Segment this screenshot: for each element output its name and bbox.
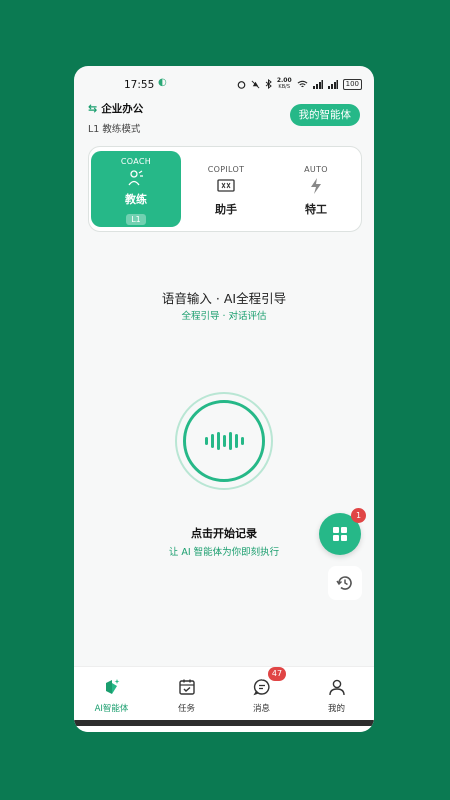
my-agent-button[interactable]: 我的智能体 [289,104,360,126]
copilot-screen-icon [181,177,271,195]
bluetooth-icon [265,79,272,89]
moon-icon: ◐ [158,77,167,88]
org-name: 企业办公 [101,103,144,115]
swap-icon: ⇆ [88,102,98,115]
battery-indicator: 100 [342,78,362,90]
level-badge: L1 [126,214,146,225]
hint-title: 语音输入 · AI全程引导 [161,291,287,306]
mode-name: 特工 [305,203,327,216]
tab-label: 我的 [327,704,345,714]
message-icon [224,677,299,697]
task-calendar-icon [149,677,224,697]
org-switcher[interactable]: ⇆ 企业办公 [88,101,143,116]
mode-selector: COACH 教练 L1 COPILOT 助手 AUTO 特工 [88,146,362,232]
mute-icon [251,80,260,88]
status-bar: 17:55 ◐ 2.00 KB/S 100 [74,66,374,100]
history-icon [336,576,352,590]
mode-coach[interactable]: COACH 教练 L1 [91,151,181,227]
wifi-icon [297,80,308,87]
grid-icon [333,527,347,541]
mode-tag: AUTO [304,165,328,174]
phone-screen: 17:55 ◐ 2.00 KB/S 100 ⇆ 企业办公 L1 教练模式 我的智能… [74,66,374,732]
record-button[interactable] [183,400,265,482]
home-indicator [74,720,374,732]
tab-label: AI智能体 [94,704,129,714]
mode-auto[interactable]: AUTO 特工 [271,151,361,227]
ai-agent-icon [74,677,149,697]
alarm-icon [237,80,246,89]
mode-tag: COACH [120,157,152,166]
mode-label: L1 教练模式 [88,124,141,135]
fab-badge: 1 [351,508,366,523]
tab-ai-agent[interactable]: AI智能体 [74,667,149,721]
tab-label: 消息 [252,704,270,714]
signal-icon [312,79,323,89]
tab-profile[interactable]: 我的 [299,667,374,721]
mode-tag: COPILOT [207,165,245,174]
history-button[interactable] [328,566,362,600]
mode-name: 助手 [215,203,237,216]
mode-copilot[interactable]: COPILOT 助手 [181,151,271,227]
hint-subtitle: 全程引导 · 对话评估 [181,311,267,322]
signal-icon-2 [327,79,338,89]
coach-person-icon [91,169,181,187]
lightning-icon [271,177,361,195]
tab-tasks[interactable]: 任务 [149,667,224,721]
net-speed: 2.00 KB/S [276,77,292,91]
mode-name: 教练 [125,193,147,206]
message-badge: 47 [268,667,286,681]
tab-messages[interactable]: 47 消息 [224,667,299,721]
profile-icon [299,677,374,697]
waveform-icon [204,432,244,450]
tab-label: 任务 [177,704,195,714]
status-time: 17:55 [124,79,155,91]
status-icons: 2.00 KB/S 100 [237,78,362,90]
bottom-tab-bar: AI智能体 任务 47 消息 我的 [74,666,374,721]
